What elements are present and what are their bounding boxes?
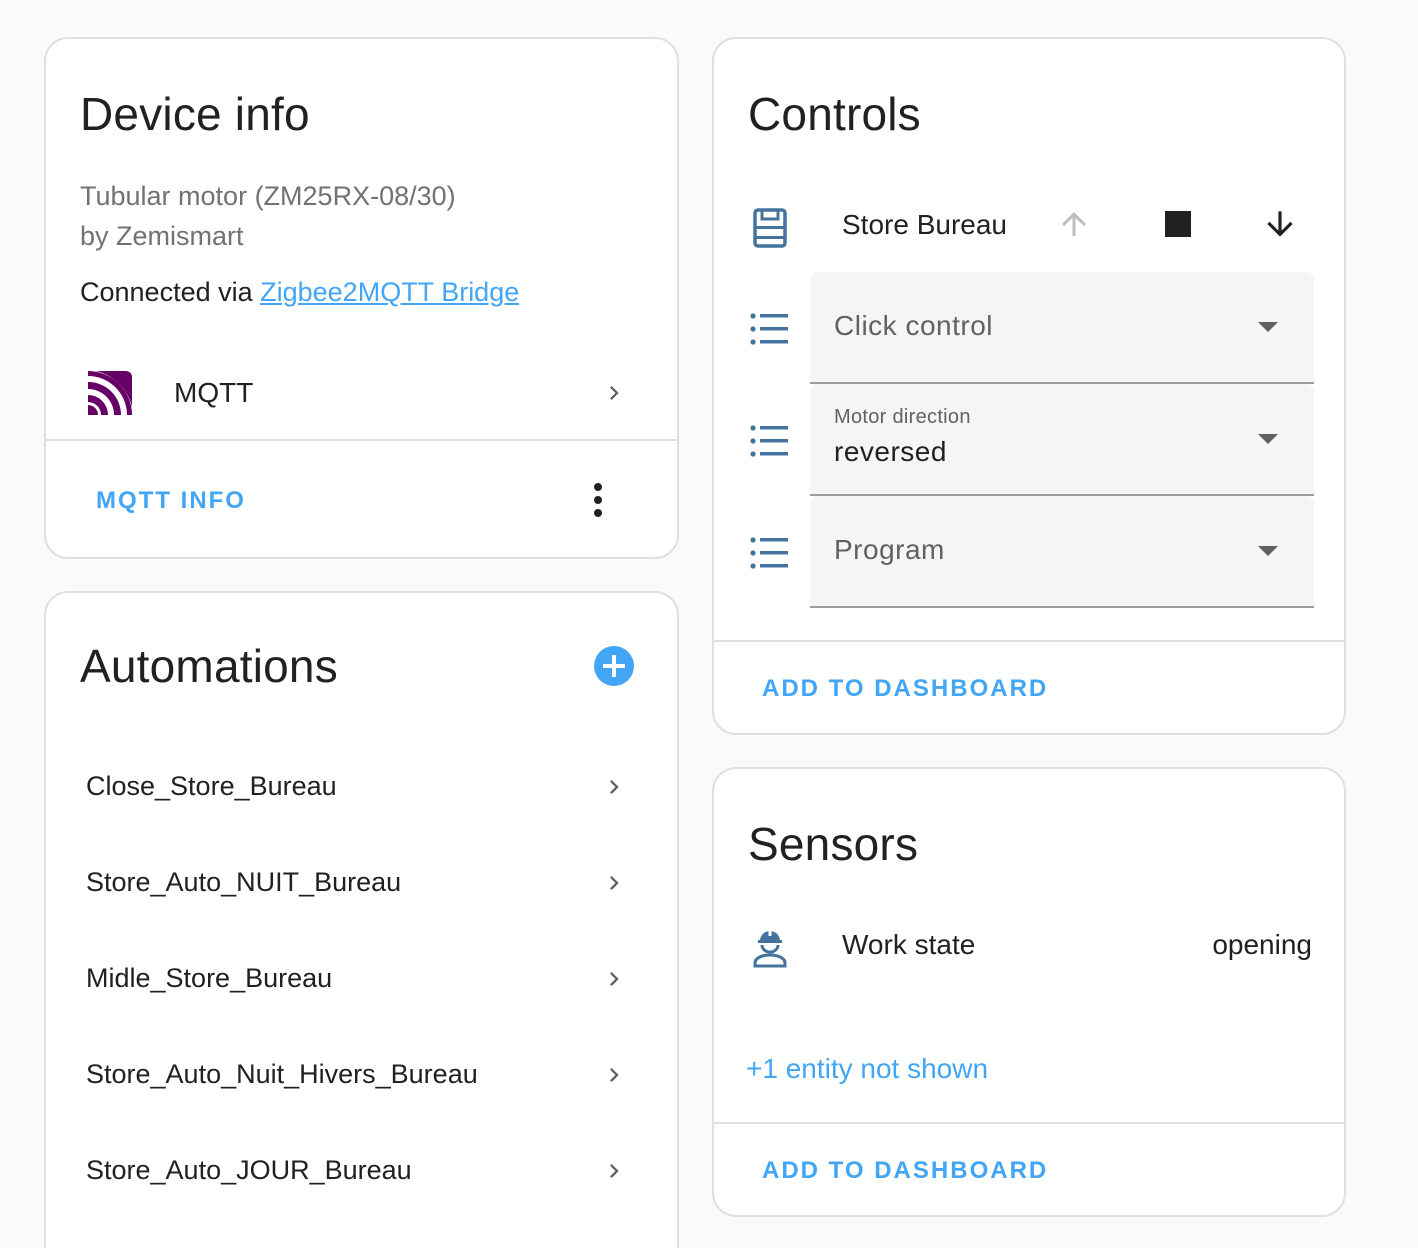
stop-icon[interactable] — [1165, 211, 1191, 237]
chevron-right-icon — [610, 1164, 619, 1178]
connected-via: Connected via Zigbee2MQTT Bridge — [80, 277, 519, 308]
chevron-right-icon — [610, 876, 619, 890]
arrow-down-icon[interactable] — [1261, 205, 1299, 243]
select-label: Motor direction — [834, 406, 971, 428]
controls-divider — [714, 640, 1344, 642]
cover-name[interactable]: Store Bureau — [842, 209, 1007, 241]
chevron-right-icon — [610, 386, 619, 400]
device-info-card: Device info Tubular motor (ZM25RX-08/30)… — [44, 37, 679, 559]
hidden-entities-link[interactable]: +1 entity not shown — [746, 1053, 988, 1085]
connected-via-prefix: Connected via — [80, 277, 261, 307]
sensors-add-to-dashboard-button[interactable]: ADD TO DASHBOARD — [762, 1157, 1048, 1185]
chevron-right-icon — [610, 780, 619, 794]
sensor-value: opening — [1212, 929, 1312, 960]
window-shutter-icon[interactable] — [752, 207, 788, 249]
device-info-divider — [46, 439, 677, 441]
program-select[interactable]: Program — [810, 496, 1314, 608]
controls-card: Controls Store Bureau Click control Moto… — [712, 37, 1346, 735]
format-list-icon — [750, 537, 788, 569]
integration-label: MQTT — [174, 377, 254, 408]
click-control-select[interactable]: Click control — [810, 272, 1314, 384]
integration-row[interactable]: MQTT — [46, 361, 677, 425]
mqtt-icon — [86, 369, 134, 417]
automation-item-label: Close_Store_Bureau — [86, 771, 337, 801]
automation-item[interactable]: Store_Auto_NUIT_Bureau — [46, 849, 677, 921]
dropdown-caret-icon — [1258, 434, 1278, 444]
sensor-name[interactable]: Work state — [842, 929, 975, 961]
controls-add-to-dashboard-button[interactable]: ADD TO DASHBOARD — [762, 675, 1048, 703]
mqtt-info-button[interactable]: MQTT INFO — [96, 487, 246, 515]
sensors-card: Sensors Work state opening +1 entity not… — [712, 767, 1346, 1217]
format-list-icon — [750, 425, 788, 457]
chevron-right-icon — [610, 1068, 619, 1082]
automations-card: Automations Close_Store_Bureau Store_Auto… — [44, 591, 679, 1248]
sensors-title: Sensors — [748, 818, 919, 870]
controls-title: Controls — [748, 88, 921, 140]
arrow-up-icon[interactable] — [1056, 206, 1092, 242]
chevron-right-icon — [610, 972, 619, 986]
automation-item[interactable]: Store_Auto_Nuit_Hivers_Bureau — [46, 1041, 677, 1113]
automation-item-label: Midle_Store_Bureau — [86, 963, 333, 993]
device-info-title: Device info — [80, 88, 310, 140]
select-placeholder: Click control — [834, 310, 993, 341]
automation-item-label: Store_Auto_Nuit_Hivers_Bureau — [86, 1059, 478, 1089]
bridge-link[interactable]: Zigbee2MQTT Bridge — [260, 277, 519, 307]
more-vert-icon[interactable] — [592, 482, 604, 518]
add-circle-icon[interactable] — [593, 645, 635, 687]
select-placeholder: Program — [834, 534, 945, 565]
device-manufacturer: by Zemismart — [80, 221, 244, 251]
select-value: reversed — [834, 436, 947, 467]
motor-direction-select[interactable]: Motor direction reversed — [810, 384, 1314, 496]
worker-icon[interactable] — [752, 929, 788, 969]
sensors-divider — [714, 1122, 1344, 1124]
automations-title: Automations — [80, 640, 338, 692]
dropdown-caret-icon — [1258, 322, 1278, 332]
automation-item[interactable]: Store_Auto_JOUR_Bureau — [46, 1137, 677, 1209]
automation-item[interactable]: Close_Store_Bureau — [46, 753, 677, 825]
automation-item-label: Store_Auto_JOUR_Bureau — [86, 1155, 412, 1185]
dropdown-caret-icon — [1258, 546, 1278, 556]
device-model: Tubular motor (ZM25RX-08/30) — [80, 181, 456, 211]
automation-item-label: Store_Auto_NUIT_Bureau — [86, 867, 402, 897]
format-list-icon — [750, 313, 788, 345]
automation-item[interactable]: Midle_Store_Bureau — [46, 945, 677, 1017]
